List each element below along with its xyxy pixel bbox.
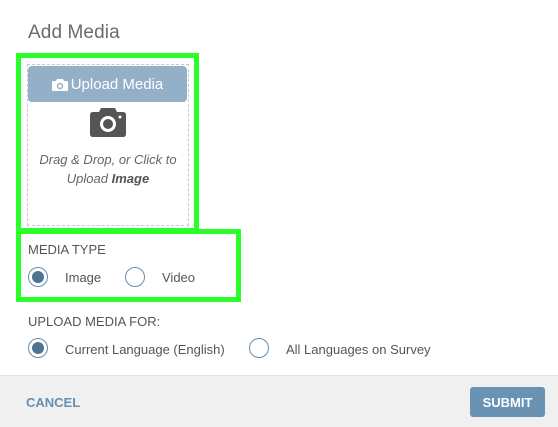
radio-all-languages-label[interactable]: All Languages on Survey bbox=[286, 342, 431, 357]
camera-icon bbox=[51, 78, 68, 91]
upload-media-button[interactable]: Upload Media bbox=[28, 66, 187, 102]
cancel-button[interactable]: CANCEL bbox=[26, 395, 80, 410]
camera-icon bbox=[90, 108, 126, 137]
media-type-highlight-box bbox=[16, 229, 241, 302]
radio-image-label[interactable]: Image bbox=[65, 270, 101, 285]
submit-button[interactable]: SUBMIT bbox=[470, 387, 545, 417]
radio-current-language[interactable] bbox=[28, 338, 48, 358]
media-type-label: MEDIA TYPE bbox=[28, 242, 106, 257]
dialog-title: Add Media bbox=[28, 22, 120, 43]
drop-zone-instructions: Drag & Drop, or Click to Upload Image bbox=[39, 152, 177, 186]
radio-video-label[interactable]: Video bbox=[162, 270, 195, 285]
upload-media-label: Upload Media bbox=[70, 75, 164, 93]
radio-video[interactable] bbox=[125, 267, 145, 287]
radio-image[interactable] bbox=[28, 267, 48, 287]
radio-all-languages[interactable] bbox=[249, 338, 269, 358]
radio-current-language-label[interactable]: Current Language (English) bbox=[65, 342, 225, 357]
upload-media-for-label: UPLOAD MEDIA FOR: bbox=[28, 314, 161, 329]
